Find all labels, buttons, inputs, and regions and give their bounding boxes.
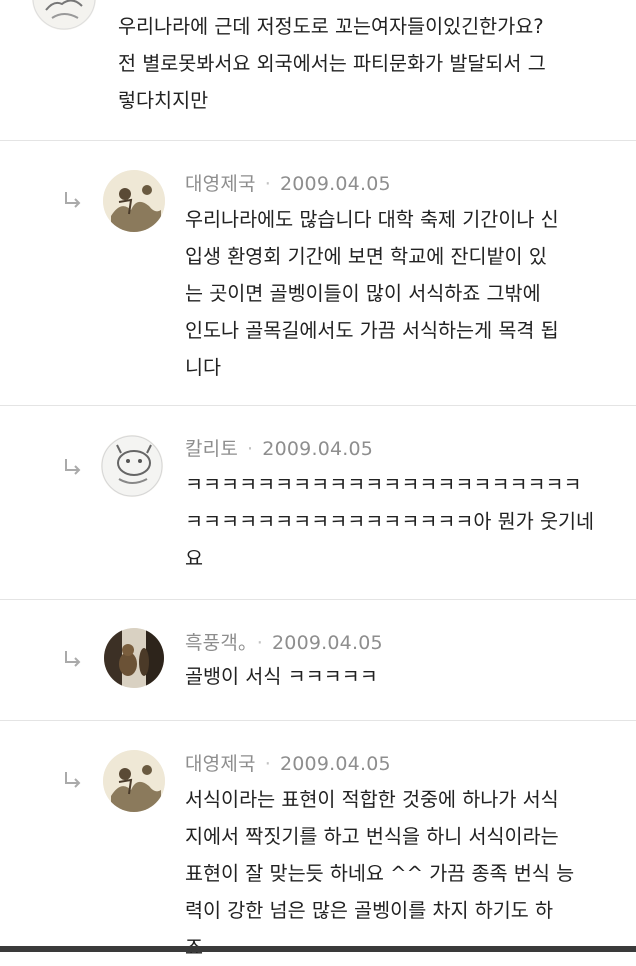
separator-dot: ·	[256, 632, 263, 654]
comment-date: 2009.04.05	[279, 753, 391, 775]
reply-arrow-icon	[65, 192, 81, 208]
reply-arrow-icon	[65, 772, 81, 788]
author-name[interactable]: 대영제국	[185, 753, 256, 775]
sketch-avatar-icon[interactable]	[32, 0, 96, 30]
comment-date: 2009.04.05	[262, 438, 374, 460]
parent-comment: 우리나라에 근데 저정도로 꼬는여자들이있긴한가요? 전 별로못봐서요 외국에서…	[0, 0, 636, 140]
author-name[interactable]: 칼리토	[185, 438, 238, 460]
comment-text: ㅋㅋㅋㅋㅋㅋㅋㅋㅋㅋㅋㅋㅋㅋㅋㅋㅋㅋㅋㅋㅋㅋ ㅋㅋㅋㅋㅋㅋㅋㅋㅋㅋㅋㅋㅋㅋㅋㅋ아…	[185, 473, 595, 570]
author-name[interactable]: 대영제국	[185, 173, 256, 195]
author-name[interactable]: 흑풍객。	[185, 632, 248, 654]
reply-comment: 칼리토 · 2009.04.05 ㅋㅋㅋㅋㅋㅋㅋㅋㅋㅋㅋㅋㅋㅋㅋㅋㅋㅋㅋㅋㅋㅋ ㅋㅋ…	[0, 406, 636, 599]
reply-comment: 흑풍객。 · 2009.04.05 골뱅이 서식 ㅋㅋㅋㅋㅋ	[0, 600, 636, 720]
separator-dot: ·	[247, 438, 254, 460]
painting-avatar-icon[interactable]	[103, 750, 165, 812]
comment-date: 2009.04.05	[279, 173, 391, 195]
reply-comment: 대영제국 · 2009.04.05 서식이라는 표현이 적합한 것중에 하나가 서식…	[0, 721, 636, 959]
parent-comment-text: 우리나라에 근데 저정도로 꼬는여자들이있긴한가요? 전 별로못봐서요 외국에서…	[118, 15, 546, 112]
reply-arrow-icon	[65, 651, 81, 667]
reply-arrow-icon	[65, 459, 81, 475]
sketch-animal-avatar-icon[interactable]	[101, 435, 163, 497]
comment-date: 2009.04.05	[272, 632, 383, 654]
separator-dot: ·	[264, 173, 271, 195]
comment-meta: 칼리토 · 2009.04.05	[185, 434, 373, 461]
separator-dot: ·	[264, 753, 271, 775]
bottom-toolbar-edge	[0, 946, 636, 952]
comment-meta: 대영제국 · 2009.04.05	[185, 169, 391, 196]
reply-comment: 대영제국 · 2009.04.05 우리나라에도 많습니다 대학 축제 기간이나 신…	[0, 141, 636, 405]
photo-avatar-icon[interactable]	[104, 628, 164, 688]
comment-text: 골뱅이 서식 ㅋㅋㅋㅋㅋ	[185, 665, 378, 688]
painting-avatar-icon[interactable]	[103, 170, 165, 232]
comment-meta: 흑풍객。 · 2009.04.05	[185, 628, 383, 655]
comment-text: 우리나라에도 많습니다 대학 축제 기간이나 신 입생 환영회 기간에 보면 학…	[185, 208, 559, 379]
comment-meta: 대영제국 · 2009.04.05	[185, 749, 391, 776]
comment-text: 서식이라는 표현이 적합한 것중에 하나가 서식 지에서 짝짓기를 하고 번식을…	[185, 788, 575, 959]
